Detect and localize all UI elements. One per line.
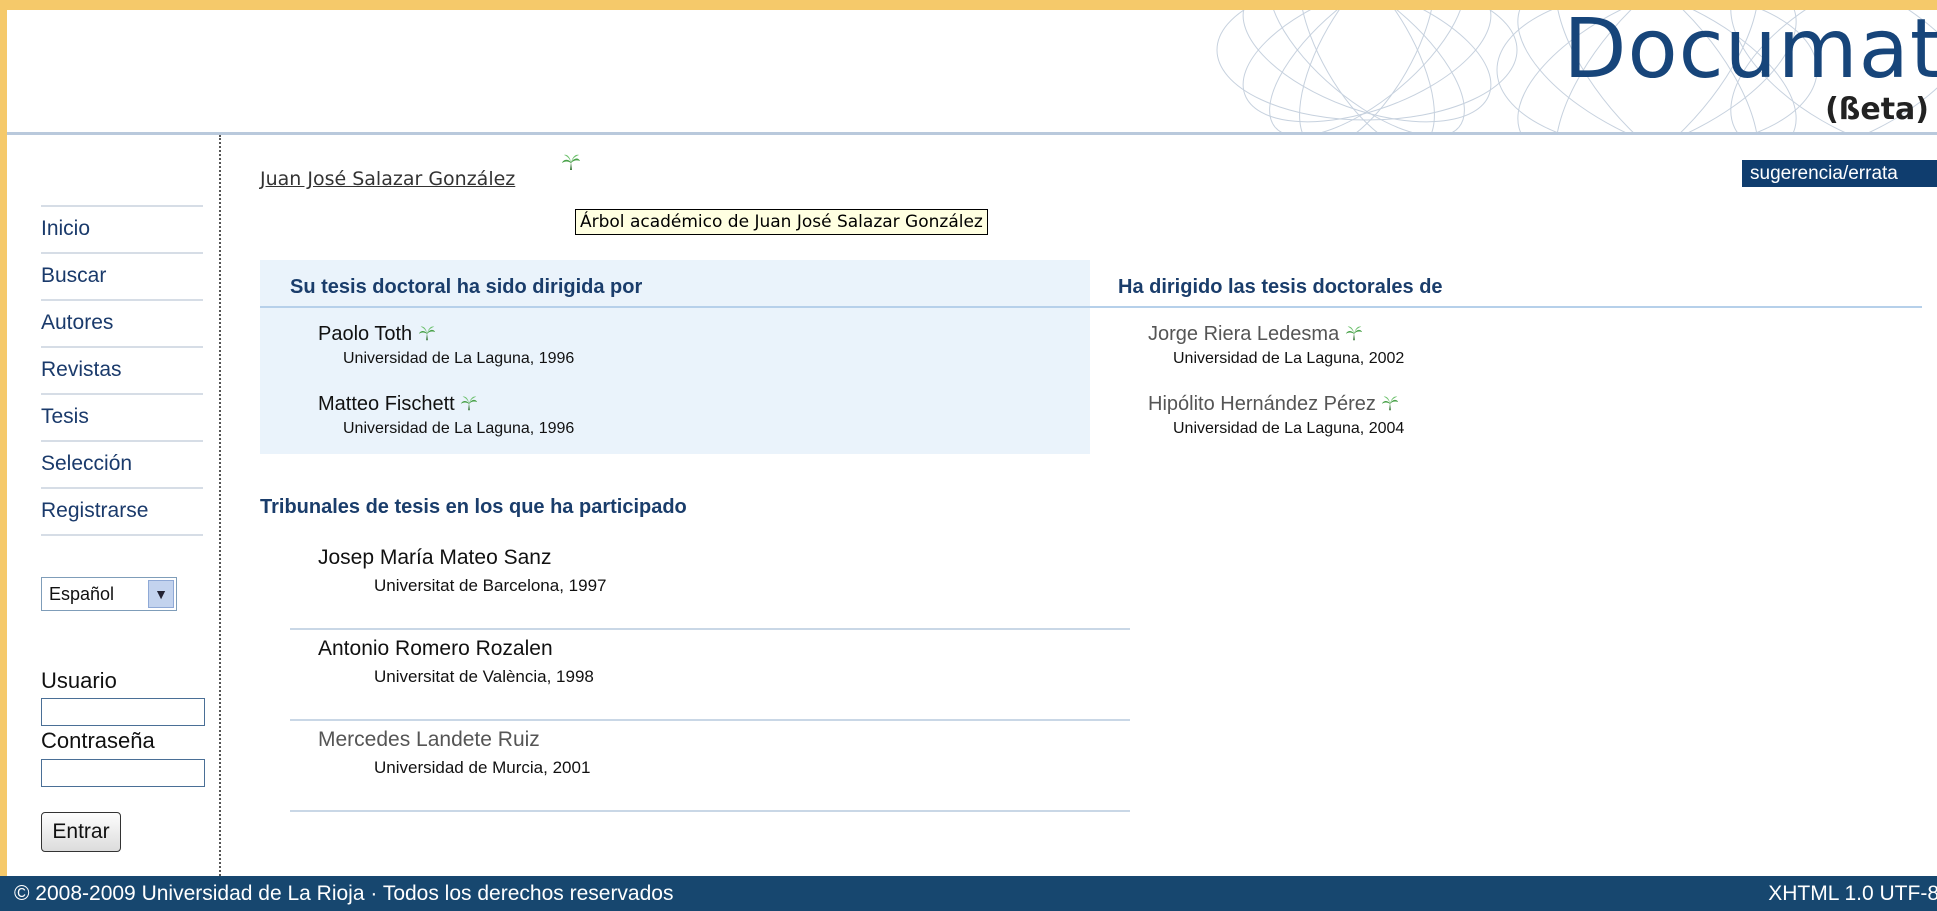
academic-tree-icon[interactable] bbox=[1345, 324, 1363, 342]
student-name[interactable]: Jorge Riera Ledesma bbox=[1148, 323, 1404, 346]
footer-copyright: © 2008-2009 Universidad de La Rioja · To… bbox=[14, 882, 674, 905]
header: Documat (ßeta) bbox=[7, 10, 1937, 135]
advisor-name[interactable]: Paolo Toth bbox=[318, 323, 574, 346]
academic-tree-icon[interactable] bbox=[561, 152, 581, 172]
sidebar-item-buscar[interactable]: Buscar bbox=[41, 254, 203, 301]
tribunal-institution: Universitat de Barcelona, 1997 bbox=[374, 576, 607, 595]
table-row: Antonio Romero Rozalen Universitat de Va… bbox=[290, 637, 1130, 721]
language-select[interactable]: Español ▼ bbox=[41, 577, 177, 611]
sidebar-nav: Inicio Buscar Autores Revistas Tesis Sel… bbox=[41, 205, 203, 536]
username-field[interactable] bbox=[41, 698, 205, 726]
advisor-institution: Universidad de La Laguna, 1996 bbox=[343, 420, 575, 437]
logo-beta-label: (ßeta) bbox=[1825, 92, 1929, 127]
nav-link[interactable]: Revistas bbox=[41, 348, 203, 382]
sidebar-item-revistas[interactable]: Revistas bbox=[41, 348, 203, 395]
tribunal-institution: Universitat de València, 1998 bbox=[374, 667, 594, 686]
sidebar-item-inicio[interactable]: Inicio bbox=[41, 207, 203, 254]
footer-tech: XHTML 1.0 UTF-8 bbox=[1768, 882, 1937, 905]
author-name-link[interactable]: Juan José Salazar González bbox=[260, 168, 515, 190]
sidebar-item-registrarse[interactable]: Registrarse bbox=[41, 489, 203, 536]
language-value: Español bbox=[49, 584, 115, 604]
logo-wordmark: Documat bbox=[1563, 10, 1937, 97]
academic-tree-icon[interactable] bbox=[460, 394, 478, 412]
academic-tree-icon[interactable] bbox=[1381, 394, 1399, 412]
sidebar-item-seleccion[interactable]: Selección bbox=[41, 442, 203, 489]
username-label: Usuario bbox=[41, 668, 117, 693]
tree-tooltip: Árbol académico de Juan José Salazar Gon… bbox=[575, 209, 988, 235]
table-row: Mercedes Landete Ruiz Universidad de Mur… bbox=[290, 728, 1130, 812]
tribunal-name[interactable]: Mercedes Landete Ruiz bbox=[290, 728, 1130, 752]
chevron-down-icon[interactable]: ▼ bbox=[148, 580, 174, 608]
tribunal-institution: Universidad de Murcia, 2001 bbox=[374, 758, 591, 777]
tribunal-name[interactable]: Antonio Romero Rozalen bbox=[290, 637, 1130, 661]
list-item: Matteo Fischett Universidad de La Laguna… bbox=[318, 393, 574, 438]
tribunals-heading: Tribunales de tesis en los que ha partic… bbox=[260, 496, 687, 518]
password-label: Contraseña bbox=[41, 728, 155, 753]
sidebar-item-autores[interactable]: Autores bbox=[41, 301, 203, 348]
nav-link[interactable]: Autores bbox=[41, 301, 203, 335]
advisor-name[interactable]: Matteo Fischett bbox=[318, 393, 574, 416]
password-field[interactable] bbox=[41, 759, 205, 787]
student-institution: Universidad de La Laguna, 2004 bbox=[1173, 420, 1405, 437]
nav-link[interactable]: Tesis bbox=[41, 395, 203, 429]
footer: © 2008-2009 Universidad de La Rioja · To… bbox=[0, 876, 1937, 911]
nav-link[interactable]: Buscar bbox=[41, 254, 203, 288]
tribunal-name[interactable]: Josep María Mateo Sanz bbox=[290, 546, 1130, 570]
students-panel: Ha dirigido las tesis doctorales de Jorg… bbox=[1090, 260, 1922, 454]
student-institution: Universidad de La Laguna, 2002 bbox=[1173, 350, 1405, 367]
nav-link[interactable]: Selección bbox=[41, 442, 203, 476]
login-button[interactable]: Entrar bbox=[41, 812, 121, 852]
sidebar-item-tesis[interactable]: Tesis bbox=[41, 395, 203, 442]
sidebar: Inicio Buscar Autores Revistas Tesis Sel… bbox=[7, 135, 221, 876]
advisors-panel: Su tesis doctoral ha sido dirigida por P… bbox=[260, 260, 1090, 454]
students-heading: Ha dirigido las tesis doctorales de bbox=[1090, 260, 1922, 308]
list-item: Hipólito Hernández Pérez Universidad de … bbox=[1148, 393, 1404, 438]
table-row: Josep María Mateo Sanz Universitat de Ba… bbox=[290, 546, 1130, 630]
academic-tree-icon[interactable] bbox=[418, 324, 436, 342]
list-item: Jorge Riera Ledesma Universidad de La La… bbox=[1148, 323, 1404, 368]
advisors-heading: Su tesis doctoral ha sido dirigida por bbox=[260, 260, 1090, 308]
advisor-institution: Universidad de La Laguna, 1996 bbox=[343, 350, 575, 367]
list-item: Paolo Toth Universidad de La Laguna, 199… bbox=[318, 323, 574, 368]
nav-link[interactable]: Registrarse bbox=[41, 489, 203, 523]
nav-link[interactable]: Inicio bbox=[41, 207, 203, 241]
suggestion-link[interactable]: sugerencia/errata bbox=[1742, 160, 1937, 187]
student-name[interactable]: Hipólito Hernández Pérez bbox=[1148, 393, 1404, 416]
